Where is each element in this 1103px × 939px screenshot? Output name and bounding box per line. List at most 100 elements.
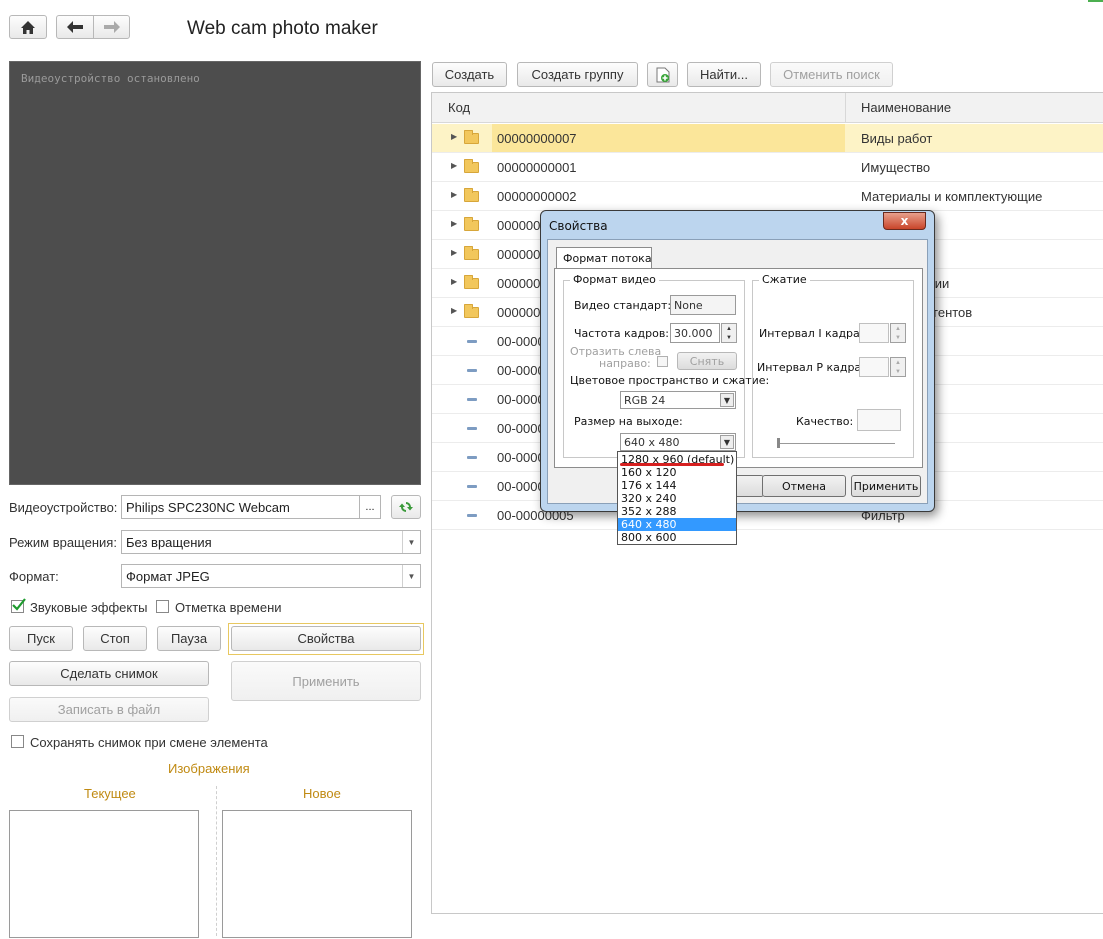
spin-up-icon: ▲: [895, 325, 901, 332]
expand-icon[interactable]: ▶: [451, 219, 457, 228]
expand-icon[interactable]: ▶: [451, 190, 457, 199]
fps-label: Частота кадров:: [574, 327, 670, 340]
column-name-header[interactable]: Наименование: [861, 100, 951, 115]
home-icon: [21, 20, 35, 34]
quality-field[interactable]: [857, 409, 901, 431]
cell-code: 000000: [497, 218, 541, 233]
pframe-field[interactable]: [859, 357, 889, 377]
format-select[interactable]: Формат JPEG ▼: [121, 564, 421, 588]
cell-code: 00000000001: [497, 160, 577, 175]
cell-code: 00-0000: [497, 334, 545, 349]
apply-button[interactable]: Применить: [231, 661, 421, 701]
expand-icon[interactable]: ▶: [451, 306, 457, 315]
dialog-apply-button[interactable]: Применить: [851, 475, 921, 497]
expand-icon[interactable]: ▶: [451, 248, 457, 257]
cell-name: Материалы и комплектующие: [861, 189, 1043, 204]
add-copy-button[interactable]: [647, 62, 678, 87]
arrow-right-icon: [103, 21, 120, 33]
output-label: Размер на выходе:: [574, 415, 683, 428]
expand-icon[interactable]: ▶: [451, 161, 457, 170]
size-option[interactable]: 800 x 600: [618, 531, 736, 544]
keep-snapshot-label: Сохранять снимок при смене элемента: [30, 735, 268, 750]
iframe-field[interactable]: [859, 323, 889, 343]
colorspace-select[interactable]: RGB 24 ▼: [620, 391, 736, 409]
tab-stream-format[interactable]: Формат потока: [556, 247, 652, 269]
checkmark-icon: [12, 598, 26, 611]
pause-button[interactable]: Пауза: [157, 626, 221, 651]
output-size-select[interactable]: 640 x 480 ▼: [620, 433, 736, 451]
folder-icon: [464, 159, 479, 173]
spin-up-icon: ▲: [726, 325, 732, 332]
compression-group: Сжатие Интервал I кадра: ▲ ▼ Интервал P к…: [752, 273, 914, 458]
keep-snapshot-checkbox[interactable]: [11, 735, 24, 748]
timestamp-label: Отметка времени: [175, 600, 282, 615]
cancel-search-button[interactable]: Отменить поиск: [770, 62, 893, 87]
start-button[interactable]: Пуск: [9, 626, 73, 651]
mirror-checkbox[interactable]: [657, 356, 668, 367]
pframe-label: Интервал P кадра:: [757, 361, 865, 374]
folder-icon: [464, 188, 479, 202]
home-button[interactable]: [9, 15, 47, 39]
size-option[interactable]: 352 x 288: [618, 505, 736, 518]
quality-slider-track[interactable]: [777, 443, 895, 446]
format-label: Формат:: [9, 569, 59, 584]
item-icon: [467, 514, 477, 517]
chevron-down-icon: ▼: [720, 393, 734, 407]
column-code-header[interactable]: Код: [448, 100, 470, 115]
size-option[interactable]: 640 x 480: [618, 518, 736, 531]
refresh-button[interactable]: [391, 495, 421, 519]
dialog-title: Свойства: [549, 219, 608, 233]
mirror-label-2: направо:: [599, 357, 651, 370]
create-group-button[interactable]: Создать группу: [517, 62, 638, 87]
save-file-button[interactable]: Записать в файл: [9, 697, 209, 722]
item-icon: [467, 369, 477, 372]
dialog-close-button[interactable]: x: [883, 212, 926, 230]
iframe-stepper[interactable]: ▲ ▼: [890, 323, 906, 343]
chevron-down-icon: ▼: [720, 435, 734, 449]
size-option[interactable]: 320 x 240: [618, 492, 736, 505]
spin-up-icon: ▲: [895, 359, 901, 366]
device-field[interactable]: Philips SPC230NC Webcam: [121, 495, 381, 519]
back-button[interactable]: [56, 15, 94, 39]
expand-icon[interactable]: ▶: [451, 277, 457, 286]
properties-button[interactable]: Свойства: [231, 626, 421, 651]
current-image-label: Текущее: [84, 786, 136, 801]
device-label: Видеоустройство:: [9, 500, 118, 515]
snapshot-button[interactable]: Сделать снимок: [9, 661, 209, 686]
images-title: Изображения: [168, 761, 250, 776]
table-row[interactable]: ▶ 00000000007 Виды работ: [432, 124, 1103, 153]
rotation-select[interactable]: Без вращения ▼: [121, 530, 421, 554]
new-image-box: [222, 810, 412, 938]
quality-slider-thumb[interactable]: [777, 438, 780, 448]
close-icon: x: [900, 214, 909, 228]
current-image-box: [9, 810, 199, 938]
fps-field[interactable]: 30.000: [670, 323, 720, 343]
folder-icon: [464, 275, 479, 289]
fps-stepper[interactable]: ▲ ▼: [721, 323, 737, 343]
cell-name: Виды работ: [861, 131, 933, 146]
pframe-stepper[interactable]: ▲ ▼: [890, 357, 906, 377]
iframe-label: Интервал I кадра:: [759, 327, 864, 340]
dialog-client: Формат потока Формат видео Видео стандар…: [547, 239, 928, 504]
expand-icon[interactable]: ▶: [451, 132, 457, 141]
device-select-button[interactable]: ...: [359, 495, 381, 519]
timestamp-checkbox[interactable]: [156, 600, 169, 613]
create-button[interactable]: Создать: [432, 62, 507, 87]
table-row[interactable]: ▶ 00000000002 Материалы и комплектующие: [432, 182, 1103, 211]
dialog-cancel-button[interactable]: Отмена: [762, 475, 846, 497]
forward-button[interactable]: [93, 15, 130, 39]
table-row[interactable]: ▶ 00000000001 Имущество: [432, 153, 1103, 182]
size-option[interactable]: 160 x 120: [618, 466, 736, 479]
spin-down-icon: ▼: [726, 334, 732, 341]
mirror-button[interactable]: Снять: [677, 352, 737, 370]
preview-status: Видеоустройство остановлено: [21, 72, 200, 85]
size-option[interactable]: 176 x 144: [618, 479, 736, 492]
folder-icon: [464, 304, 479, 318]
standard-field: None: [670, 295, 736, 315]
stop-button[interactable]: Стоп: [83, 626, 147, 651]
folder-icon: [464, 246, 479, 260]
sound-checkbox[interactable]: [11, 598, 26, 613]
page-title: Web cam photo maker: [187, 18, 378, 39]
folder-icon: [464, 130, 479, 144]
find-button[interactable]: Найти...: [687, 62, 761, 87]
